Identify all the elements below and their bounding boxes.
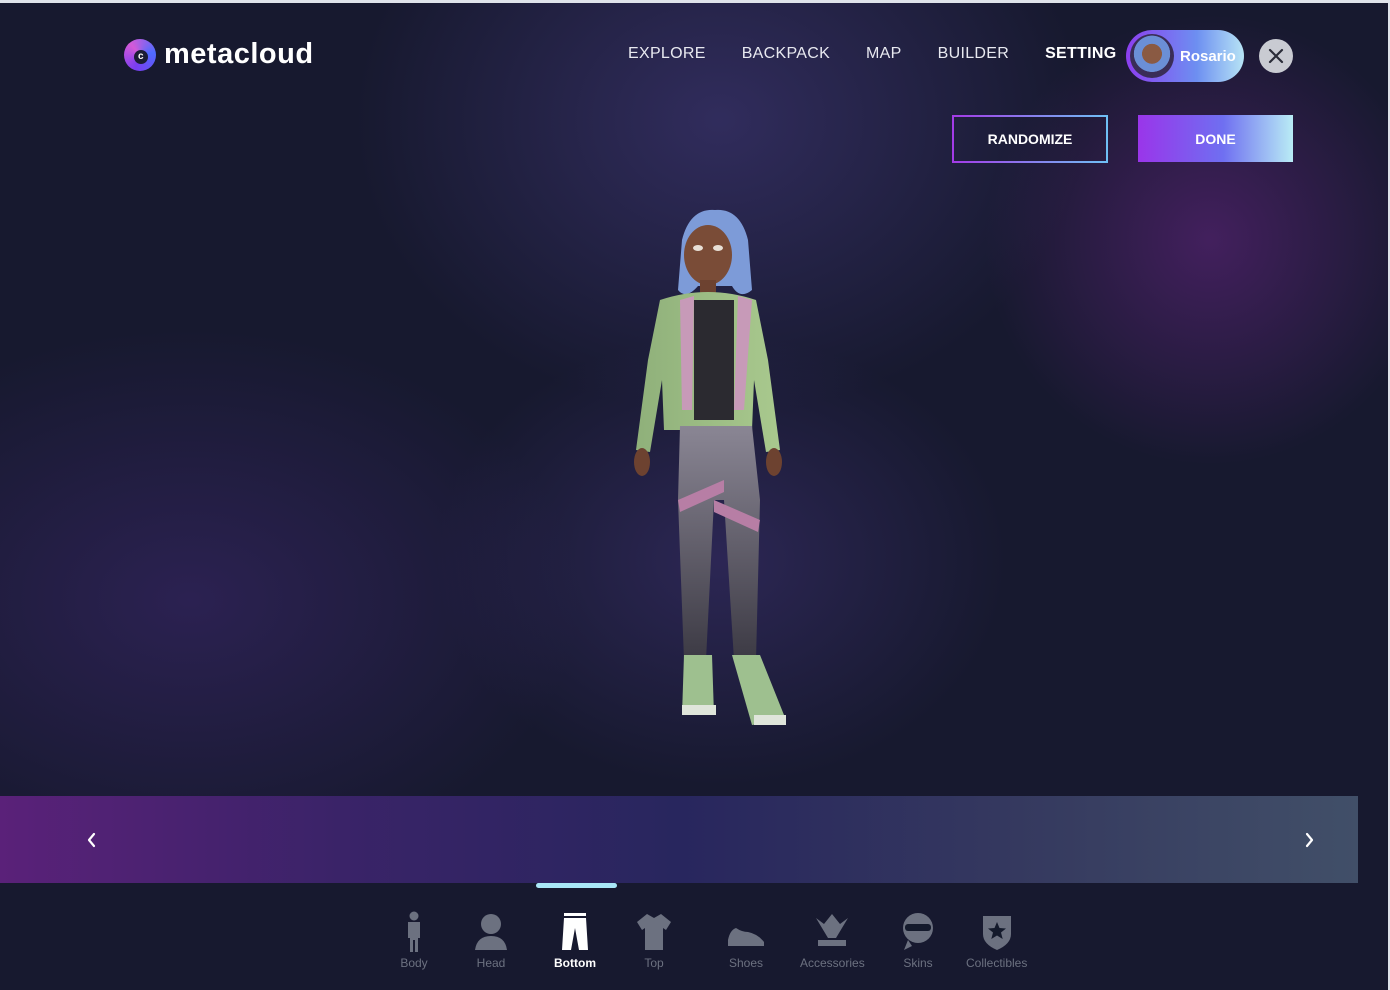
tab-head[interactable]: Head [471, 910, 511, 970]
shoe-icon [728, 928, 764, 946]
item-carousel [0, 796, 1358, 883]
metacloud-logo-icon: c [124, 38, 156, 71]
nav-builder[interactable]: BUILDER [938, 45, 1009, 63]
jester-hat-icon [816, 914, 849, 946]
tab-label: Head [476, 956, 506, 970]
chevron-left-icon [87, 832, 96, 848]
body-icon [408, 911, 420, 952]
carousel-next-button[interactable] [1295, 826, 1323, 854]
tab-body[interactable]: Body [394, 910, 434, 970]
window-top-edge [0, 0, 1390, 3]
close-button[interactable] [1259, 39, 1293, 73]
tab-accessories[interactable]: Accessories [800, 910, 865, 970]
shirt-icon [637, 914, 671, 950]
active-tab-indicator [536, 883, 617, 888]
tab-label: Top [644, 956, 664, 970]
head-icon [475, 914, 507, 950]
tab-label: Shoes [728, 956, 764, 970]
tab-collectibles[interactable]: Collectibles [966, 910, 1027, 970]
pants-icon [562, 913, 588, 950]
tab-skins[interactable]: Skins [898, 910, 938, 970]
tab-label: Body [400, 956, 428, 970]
nav-setting[interactable]: SETTING [1045, 45, 1116, 63]
tab-label: Skins [903, 956, 933, 970]
close-icon [1268, 48, 1284, 64]
ninja-mask-icon [903, 913, 933, 950]
tab-label: Collectibles [966, 956, 1028, 970]
main-nav: EXPLORE BACKPACK MAP BUILDER SETTING [628, 45, 1117, 63]
avatar [1130, 34, 1174, 78]
carousel-prev-button[interactable] [78, 826, 106, 854]
tab-top[interactable]: Top [634, 910, 674, 970]
star-shield-icon [982, 916, 1011, 950]
tab-label: Accessories [800, 956, 865, 970]
tab-shoes[interactable]: Shoes [726, 910, 766, 970]
tab-label: Bottom [554, 956, 596, 970]
brand-logo[interactable]: c metacloud [124, 38, 314, 71]
brand-name: metacloud [164, 38, 314, 70]
nav-explore[interactable]: EXPLORE [628, 45, 706, 63]
user-profile-button[interactable]: Rosario [1126, 30, 1244, 82]
done-button[interactable]: DONE [1138, 115, 1293, 162]
nav-backpack[interactable]: BACKPACK [742, 45, 830, 63]
chevron-right-icon [1305, 832, 1314, 848]
user-name: Rosario [1180, 47, 1236, 65]
avatar-character-preview[interactable] [620, 200, 830, 740]
tab-bottom[interactable]: Bottom [554, 910, 596, 970]
randomize-button[interactable]: RANDOMIZE [952, 115, 1108, 163]
nav-map[interactable]: MAP [866, 45, 902, 63]
